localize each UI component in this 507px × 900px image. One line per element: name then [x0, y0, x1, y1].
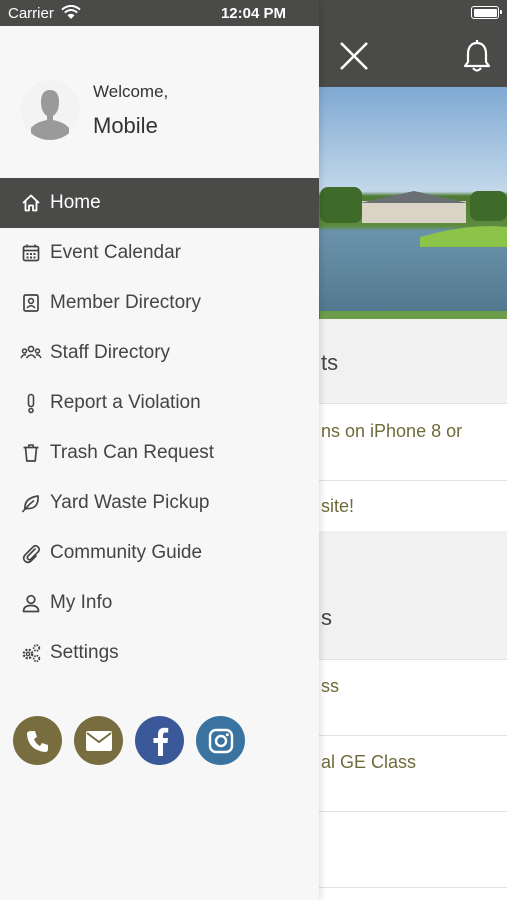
people-group-icon	[20, 345, 42, 359]
phone-icon	[26, 730, 48, 752]
menu-item-settings[interactable]: Settings	[0, 628, 319, 678]
close-icon[interactable]	[336, 38, 372, 74]
menu-item-staff-directory[interactable]: Staff Directory	[0, 328, 319, 378]
exclamation-icon	[27, 393, 35, 414]
menu-label: Settings	[50, 642, 119, 663]
avatar[interactable]	[20, 80, 80, 140]
menu-label: Home	[50, 192, 101, 213]
menu-item-community-guide[interactable]: Community Guide	[0, 528, 319, 578]
navigation-drawer: Welcome, Mobile Home Event Calendar Memb…	[0, 0, 319, 900]
contact-card-icon	[23, 294, 39, 312]
status-time: 12:04 PM	[220, 5, 287, 22]
menu-item-report-violation[interactable]: Report a Violation	[0, 378, 319, 428]
phone-button[interactable]	[13, 716, 62, 765]
social-links	[13, 716, 313, 766]
menu-label: Community Guide	[50, 542, 203, 563]
user-name: Mobile	[93, 113, 158, 138]
menu-item-my-info[interactable]: My Info	[0, 578, 319, 628]
email-button[interactable]	[74, 716, 123, 765]
status-bar: Carrier 12:04 PM	[0, 0, 507, 26]
trash-can-icon	[23, 444, 39, 462]
leaf-icon	[21, 495, 39, 513]
menu-label: Member Directory	[50, 292, 201, 313]
welcome-label: Welcome,	[93, 82, 169, 101]
instagram-icon	[208, 728, 233, 753]
bell-icon[interactable]	[459, 38, 495, 74]
menu-item-event-calendar[interactable]: Event Calendar	[0, 228, 319, 278]
menu-label: Yard Waste Pickup	[50, 492, 210, 513]
menu-item-trash-can-request[interactable]: Trash Can Request	[0, 428, 319, 478]
gears-icon	[22, 644, 41, 663]
home-icon	[22, 194, 40, 212]
menu-label: Staff Directory	[50, 342, 171, 363]
facebook-icon	[153, 727, 168, 756]
menu-item-home[interactable]: Home	[0, 178, 319, 228]
menu-label: Event Calendar	[50, 242, 181, 263]
menu-item-yard-waste-pickup[interactable]: Yard Waste Pickup	[0, 478, 319, 528]
menu-label: Trash Can Request	[50, 442, 215, 463]
menu-label: My Info	[50, 592, 113, 613]
calendar-icon	[22, 244, 40, 262]
user-icon	[22, 594, 40, 613]
drawer-menu: Home Event Calendar Member Directory Sta…	[0, 178, 319, 678]
email-icon	[85, 730, 112, 751]
menu-label: Report a Violation	[50, 392, 201, 413]
menu-item-member-directory[interactable]: Member Directory	[0, 278, 319, 328]
paperclip-icon	[22, 544, 41, 564]
user-silhouette-icon	[20, 80, 80, 140]
battery-icon	[471, 6, 502, 19]
facebook-button[interactable]	[135, 716, 184, 765]
instagram-button[interactable]	[196, 716, 245, 765]
